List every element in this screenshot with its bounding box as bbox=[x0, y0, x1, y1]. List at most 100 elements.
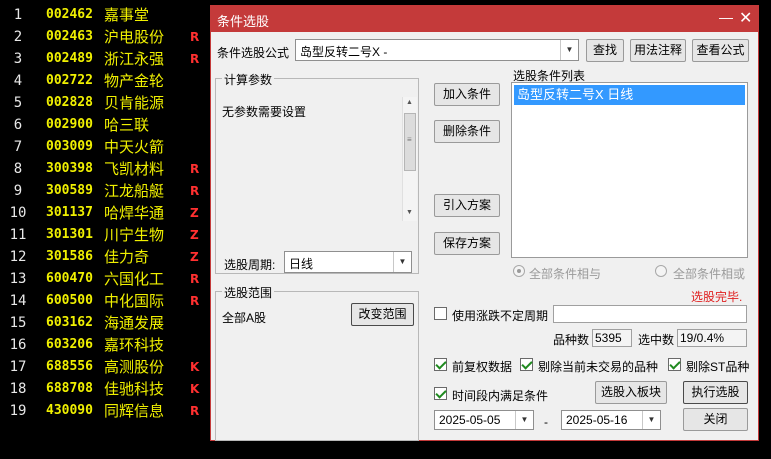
date-to-picker[interactable]: 2025-05-16 ▼ bbox=[561, 410, 661, 430]
radio-and[interactable] bbox=[513, 265, 525, 277]
dialog-titlebar[interactable]: 条件选股 — ✕ bbox=[211, 6, 758, 32]
exclude-untraded-checkbox[interactable] bbox=[520, 358, 533, 371]
status-text: 选股完毕. bbox=[691, 290, 743, 304]
stock-flag: Z bbox=[190, 250, 199, 264]
stock-code: 301301 bbox=[46, 227, 93, 242]
add-condition-button[interactable]: 加入条件 bbox=[434, 83, 500, 106]
row-index: 19 bbox=[9, 403, 27, 419]
stock-code: 600500 bbox=[46, 293, 93, 308]
stock-flag: Z bbox=[190, 206, 199, 220]
add-to-block-button[interactable]: 选股入板块 bbox=[595, 381, 667, 404]
radio-and-label: 全部条件相与 bbox=[529, 267, 602, 281]
chevron-down-icon[interactable]: ▼ bbox=[393, 252, 411, 272]
grip-icon: ≡ bbox=[407, 135, 412, 144]
stock-row[interactable]: 6 002900 哈三联 bbox=[0, 114, 210, 136]
radio-or[interactable] bbox=[655, 265, 667, 277]
stock-row[interactable]: 15 603162 海通发展 bbox=[0, 312, 210, 334]
calendar-dropdown-icon[interactable]: ▼ bbox=[642, 411, 660, 429]
row-index: 12 bbox=[9, 249, 27, 265]
row-index: 2 bbox=[13, 29, 23, 45]
usage-notes-button[interactable]: 用法注释 bbox=[630, 39, 686, 62]
stock-name: 佳驰科技 bbox=[104, 380, 165, 398]
stock-row[interactable]: 11 301301 川宁生物 Z bbox=[0, 224, 210, 246]
save-scheme-button[interactable]: 保存方案 bbox=[434, 232, 500, 255]
pre-adjust-checkbox[interactable] bbox=[434, 358, 447, 371]
range-group: 选股范围 全部A股 改变范围 bbox=[215, 284, 419, 441]
execute-select-button[interactable]: 执行选股 bbox=[683, 381, 748, 404]
stock-row[interactable]: 9 300589 江龙船艇 R bbox=[0, 180, 210, 202]
stock-row[interactable]: 3 002489 浙江永强 R bbox=[0, 48, 210, 70]
period-select[interactable]: 日线 ▼ bbox=[284, 251, 412, 273]
stock-row[interactable]: 2 002463 沪电股份 R bbox=[0, 26, 210, 48]
row-index: 1 bbox=[13, 7, 23, 23]
scroll-down-icon[interactable]: ▼ bbox=[406, 209, 413, 216]
stock-flag: R bbox=[190, 294, 200, 308]
stock-row[interactable]: 16 603206 嘉环科技 bbox=[0, 334, 210, 356]
indefinite-period-checkbox[interactable] bbox=[434, 307, 447, 320]
row-index: 3 bbox=[13, 51, 23, 67]
row-index: 9 bbox=[13, 183, 23, 199]
stock-row[interactable]: 5 002828 贝肯能源 bbox=[0, 92, 210, 114]
stock-row[interactable]: 1 002462 嘉事堂 bbox=[0, 4, 210, 26]
radio-or-label: 全部条件相或 bbox=[673, 267, 746, 281]
stock-row[interactable]: 12 301586 佳力奇 Z bbox=[0, 246, 210, 268]
stock-name: 江龙船艇 bbox=[104, 182, 165, 200]
dialog-title: 条件选股 bbox=[217, 14, 270, 29]
row-index: 16 bbox=[9, 337, 27, 353]
selected-count-label: 选中数 bbox=[638, 333, 675, 347]
stock-name: 川宁生物 bbox=[104, 226, 165, 244]
stock-name: 佳力奇 bbox=[104, 248, 150, 266]
params-group-title: 计算参数 bbox=[222, 71, 275, 88]
stock-row[interactable]: 19 430090 同辉信息 R bbox=[0, 400, 210, 422]
find-button[interactable]: 查找 bbox=[586, 39, 624, 62]
date-to-value: 2025-05-16 bbox=[566, 413, 628, 427]
stock-row[interactable]: 4 002722 物产金轮 bbox=[0, 70, 210, 92]
period-value: 日线 bbox=[289, 257, 314, 271]
import-scheme-button[interactable]: 引入方案 bbox=[434, 194, 500, 217]
stock-row[interactable]: 7 003009 中天火箭 bbox=[0, 136, 210, 158]
condition-item-selected[interactable]: 岛型反转二号X 日线 bbox=[514, 85, 745, 105]
stock-row[interactable]: 18 688708 佳驰科技 K bbox=[0, 378, 210, 400]
stock-flag: R bbox=[190, 30, 200, 44]
stock-name: 沪电股份 bbox=[104, 28, 165, 46]
range-value: 全部A股 bbox=[222, 311, 267, 325]
close-button[interactable]: 关闭 bbox=[683, 408, 748, 431]
time-range-checkbox[interactable] bbox=[434, 387, 447, 400]
stock-row[interactable]: 14 600500 中化国际 R bbox=[0, 290, 210, 312]
conditions-list[interactable]: 岛型反转二号X 日线 bbox=[511, 82, 748, 258]
date-from-picker[interactable]: 2025-05-05 ▼ bbox=[434, 410, 534, 430]
formula-label: 条件选股公式 bbox=[217, 46, 290, 60]
scrollbar-thumb[interactable]: ≡ bbox=[404, 113, 416, 171]
row-index: 11 bbox=[9, 227, 27, 243]
exclude-untraded-label: 剔除当前未交易的品种 bbox=[538, 360, 659, 374]
formula-select[interactable]: 岛型反转二号X - ▼ bbox=[295, 39, 579, 61]
stock-code: 301137 bbox=[46, 205, 93, 220]
scroll-up-icon[interactable]: ▲ bbox=[406, 99, 413, 106]
stock-code: 301586 bbox=[46, 249, 93, 264]
stock-flag: R bbox=[190, 52, 200, 66]
time-range-label: 时间段内满足条件 bbox=[452, 389, 549, 403]
minimize-icon[interactable]: — bbox=[719, 9, 733, 25]
stock-row[interactable]: 17 688556 高测股份 K bbox=[0, 356, 210, 378]
stock-code: 600470 bbox=[46, 271, 93, 286]
stock-row[interactable]: 13 600470 六国化工 R bbox=[0, 268, 210, 290]
close-icon[interactable]: ✕ bbox=[739, 8, 752, 28]
calendar-dropdown-icon[interactable]: ▼ bbox=[515, 411, 533, 429]
params-scrollbar[interactable]: ▲ ≡ ▼ bbox=[402, 97, 417, 221]
change-range-button[interactable]: 改变范围 bbox=[351, 303, 414, 326]
range-group-title: 选股范围 bbox=[222, 284, 275, 301]
stock-row[interactable]: 8 300398 飞凯材料 R bbox=[0, 158, 210, 180]
indefinite-period-input[interactable] bbox=[553, 305, 747, 323]
row-index: 15 bbox=[9, 315, 27, 331]
view-formula-button[interactable]: 查看公式 bbox=[692, 39, 749, 62]
row-index: 8 bbox=[13, 161, 23, 177]
delete-condition-button[interactable]: 删除条件 bbox=[434, 120, 500, 143]
chevron-down-icon[interactable]: ▼ bbox=[560, 40, 578, 60]
exclude-st-checkbox[interactable] bbox=[668, 358, 681, 371]
formula-value: 岛型反转二号X - bbox=[300, 45, 388, 59]
stock-code: 002462 bbox=[46, 7, 93, 22]
stock-row[interactable]: 10 301137 哈焊华通 Z bbox=[0, 202, 210, 224]
stock-code: 300398 bbox=[46, 161, 93, 176]
stock-name: 嘉事堂 bbox=[104, 6, 150, 24]
stock-name: 中天火箭 bbox=[104, 138, 165, 156]
